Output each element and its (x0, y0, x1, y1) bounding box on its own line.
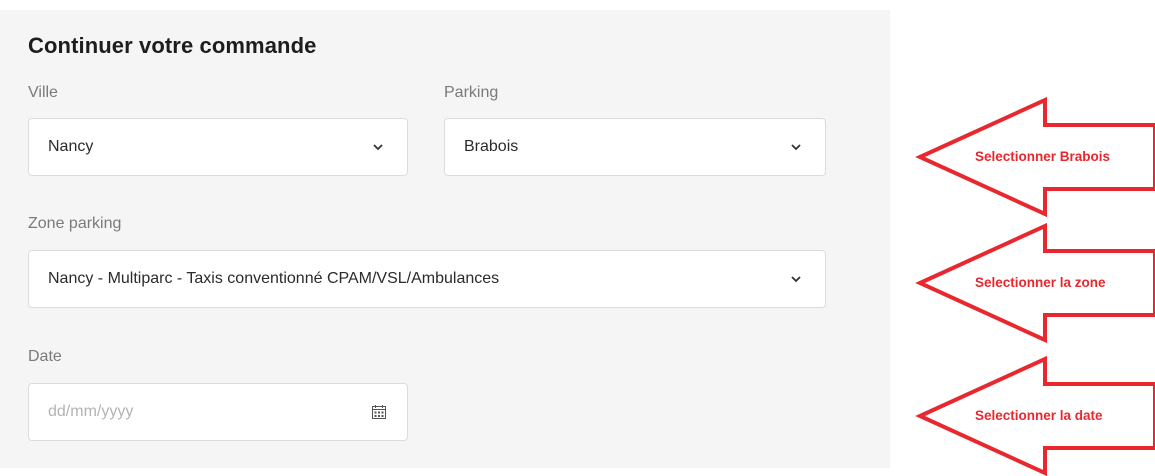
ville-select-value: Nancy (48, 138, 94, 155)
date-placeholder: dd/mm/yyyy (48, 403, 134, 420)
chevron-down-icon (373, 144, 383, 151)
zone-parking-label: Zone parking (28, 215, 122, 232)
zone-parking-select-value: Nancy - Multiparc - Taxis conventionné C… (48, 270, 500, 287)
date-label: Date (28, 348, 62, 365)
date-input[interactable]: dd/mm/yyyy (28, 383, 408, 441)
annotation-date-text: Selectionner la date (975, 408, 1103, 423)
ville-label: Ville (28, 84, 58, 101)
chevron-down-icon (791, 144, 801, 151)
ville-select[interactable]: Nancy (28, 118, 408, 176)
annotation-zone-text: Selectionner la zone (975, 275, 1106, 290)
annotation-brabois-text: Selectionner Brabois (975, 149, 1111, 164)
chevron-down-icon (791, 276, 801, 283)
parking-label: Parking (444, 84, 499, 101)
calendar-icon[interactable] (371, 404, 387, 420)
page-title: Continuer votre commande (28, 33, 317, 58)
parking-select[interactable]: Brabois (444, 118, 826, 176)
zone-parking-select[interactable]: Nancy - Multiparc - Taxis conventionné C… (28, 250, 826, 308)
parking-select-value: Brabois (464, 138, 519, 155)
